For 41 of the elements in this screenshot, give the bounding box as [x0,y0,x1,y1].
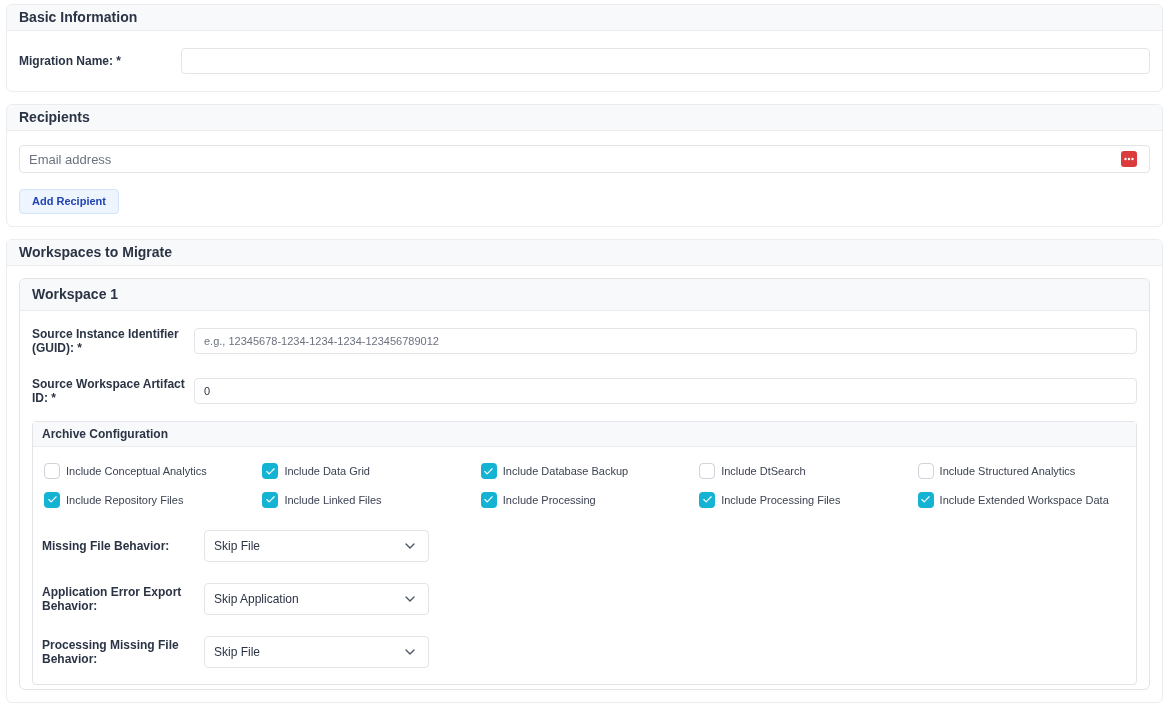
checkbox-option[interactable]: Include Extended Workspace Data [917,491,1136,508]
archive-title: Archive Configuration [42,426,168,443]
section-title: Basic Information [19,8,138,27]
more-icon[interactable] [1121,151,1137,167]
input-field[interactable]: 0 [194,378,1137,404]
field-label: Missing File Behavior: [42,539,171,553]
section-title: Workspaces to Migrate [19,243,172,262]
checkbox-option[interactable]: Include Processing Files [699,491,918,508]
field-label: Application Error Export Behavior: [42,585,183,613]
checkbox[interactable] [699,463,716,480]
field-label: Source Instance Identifier (GUID): * [32,327,180,355]
checkbox[interactable] [44,463,60,480]
checkbox[interactable] [44,491,60,508]
checkbox[interactable] [262,491,279,508]
section-title: Recipients [19,108,90,127]
checkbox[interactable] [262,463,279,480]
checkbox[interactable] [480,463,497,480]
checkbox[interactable] [480,491,497,508]
checkbox-option[interactable]: Include DtSearch [699,463,918,480]
check-icon [483,465,495,477]
check-icon [264,465,276,477]
checkbox-option[interactable]: Include Database Backup [480,463,700,480]
checkbox-option[interactable]: Include Linked Files [262,491,481,508]
checkbox-option[interactable]: Include Repository Files [44,491,263,508]
checkbox-option[interactable]: Include Processing [480,491,700,508]
dropdown[interactable]: Skip File [204,530,429,562]
dropdown[interactable]: Skip Application [204,583,429,615]
checkbox-option[interactable]: Include Structured Analytics [917,463,1136,480]
checkbox[interactable] [917,491,934,508]
workspace-title: Workspace 1 [32,285,119,304]
input-field[interactable]: e.g., 12345678-1234-1234-1234-123456789012 [194,328,1137,354]
checkbox-option[interactable]: Include Conceptual Analytics [44,463,263,480]
field-label: Source Workspace Artifact ID: * [32,377,186,405]
checkbox[interactable] [917,463,934,480]
email-field[interactable]: Email address [19,145,1150,173]
checkbox-option[interactable]: Include Data Grid [262,463,481,480]
checkbox[interactable] [699,491,716,508]
field-label: Migration Name: * [19,53,122,70]
add-recipient-button[interactable]: Add Recipient [19,189,119,214]
dropdown[interactable]: Skip File [204,636,429,668]
field-label: Processing Missing File Behavior: [42,638,180,666]
